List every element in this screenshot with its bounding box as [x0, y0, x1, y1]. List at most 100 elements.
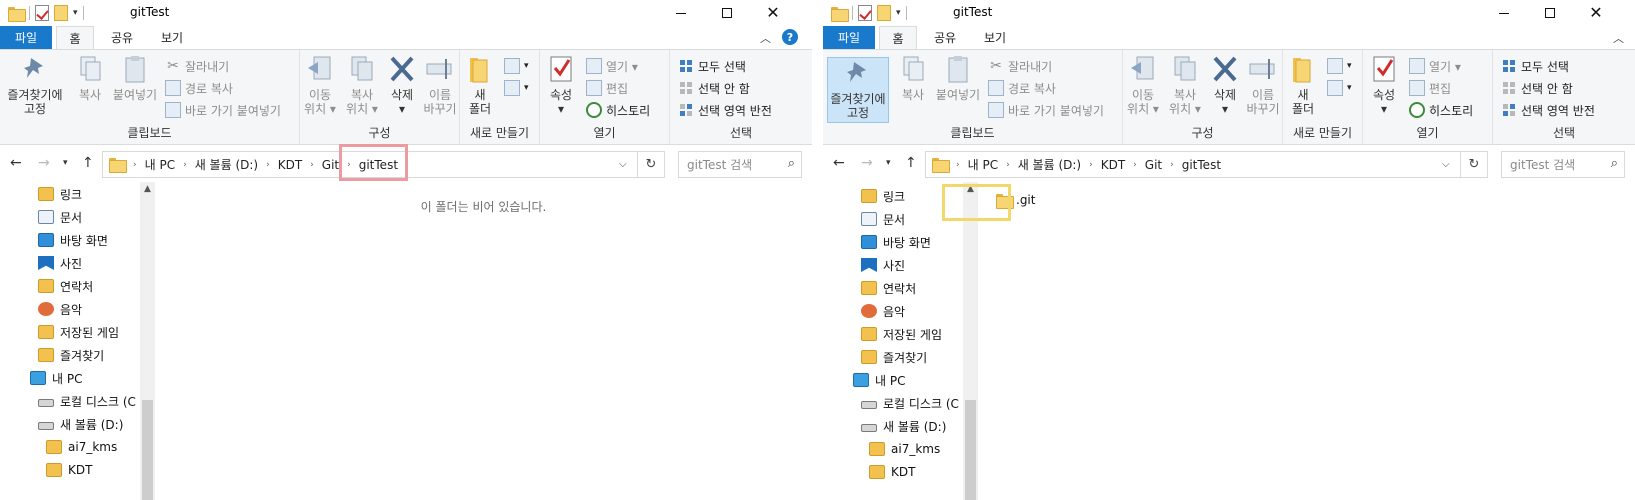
chevron-right-icon[interactable]: ›: [133, 160, 137, 170]
tab-file[interactable]: 파일: [823, 26, 875, 49]
nav-item-local-disk-c[interactable]: 로컬 디스크 (C: [861, 392, 959, 414]
tab-share[interactable]: 공유: [100, 26, 144, 49]
breadcrumb-drive-d[interactable]: 새 볼륨 (D:): [1018, 156, 1081, 173]
file-list-area[interactable]: 이 폴더는 비어 있습니다.: [155, 182, 812, 500]
nav-item-music[interactable]: 음악: [38, 298, 82, 320]
open-button[interactable]: 열기 ▾: [586, 56, 638, 76]
copy-button[interactable]: 복사: [72, 54, 108, 102]
new-folder-icon[interactable]: [54, 5, 68, 21]
nav-item-desktop[interactable]: 바탕 화면: [38, 229, 108, 251]
select-none-button[interactable]: 선택 안 함: [678, 78, 750, 98]
cut-button[interactable]: ✂ 잘라내기: [165, 56, 229, 76]
properties-button[interactable]: 속성 ▾: [544, 54, 578, 116]
paste-shortcut-button[interactable]: 바로 가기 붙여넣기: [165, 100, 281, 120]
nav-item-volume-d[interactable]: 새 볼륨 (D:): [861, 415, 946, 437]
new-folder-button[interactable]: 새 폴더: [464, 54, 496, 116]
nav-item-links[interactable]: 링크: [38, 183, 82, 205]
breadcrumb-drive-d[interactable]: 새 볼륨 (D:): [195, 156, 258, 173]
ribbon-collapse-icon[interactable]: ︿: [1613, 30, 1624, 46]
pin-quick-access-button[interactable]: 즐겨찾기에 고정: [827, 57, 889, 123]
copy-path-button[interactable]: 경로 복사: [988, 78, 1056, 98]
properties-button[interactable]: 속성 ▾: [1367, 54, 1401, 116]
easy-access-button[interactable]: ▾: [504, 78, 529, 98]
history-button[interactable]: 히스토리: [1409, 100, 1473, 120]
close-button[interactable]: ✕: [750, 0, 796, 26]
tab-file[interactable]: 파일: [0, 26, 52, 49]
nav-item-ai7-kms[interactable]: ai7_kms: [869, 438, 940, 460]
nav-item-desktop[interactable]: 바탕 화면: [861, 231, 931, 253]
address-dropdown-icon[interactable]: ⌵: [1442, 159, 1450, 170]
breadcrumb-kdt[interactable]: KDT: [278, 158, 302, 172]
nav-item-kdt[interactable]: KDT: [869, 461, 915, 483]
properties-icon[interactable]: [35, 5, 49, 21]
nav-item-this-pc[interactable]: 내 PC: [30, 367, 82, 389]
nav-item-local-disk-c[interactable]: 로컬 디스크 (C: [38, 390, 136, 412]
up-arrow-icon[interactable]: ↑: [905, 155, 917, 171]
search-input[interactable]: gitTest 검색 ⌕: [1501, 151, 1625, 178]
invert-selection-button[interactable]: 선택 영역 반전: [1501, 100, 1595, 120]
cut-button[interactable]: ✂ 잘라내기: [988, 56, 1052, 76]
select-none-button[interactable]: 선택 안 함: [1501, 78, 1573, 98]
move-to-button[interactable]: 이동 위치 ▾: [1125, 54, 1161, 116]
maximize-button[interactable]: [704, 0, 750, 26]
delete-button[interactable]: 삭제 ▾: [386, 54, 418, 116]
breadcrumb-this-pc[interactable]: 내 PC: [145, 156, 175, 173]
edit-button[interactable]: 편집: [1409, 78, 1451, 98]
recent-locations-chevron-icon[interactable]: ▾: [886, 158, 891, 168]
breadcrumb-this-pc[interactable]: 내 PC: [968, 156, 998, 173]
nav-item-documents[interactable]: 문서: [38, 206, 82, 228]
refresh-button[interactable]: ↻: [1461, 151, 1488, 178]
new-folder-icon[interactable]: [877, 5, 891, 21]
chevron-right-icon[interactable]: ›: [1133, 160, 1137, 170]
close-button[interactable]: ✕: [1573, 0, 1619, 26]
search-input[interactable]: gitTest 검색 ⌕: [678, 151, 802, 178]
recent-locations-chevron-icon[interactable]: ▾: [63, 158, 68, 168]
nav-item-volume-d[interactable]: 새 볼륨 (D:): [38, 413, 123, 435]
chevron-right-icon[interactable]: ›: [1170, 160, 1174, 170]
nav-item-favorites[interactable]: 즐겨찾기: [861, 346, 927, 368]
chevron-right-icon[interactable]: ›: [266, 160, 270, 170]
chevron-right-icon[interactable]: ›: [183, 160, 187, 170]
nav-item-saved-games[interactable]: 저장된 게임: [38, 321, 119, 343]
new-folder-button[interactable]: 새 폴더: [1287, 54, 1319, 116]
minimize-button[interactable]: [1481, 0, 1527, 26]
copy-path-button[interactable]: 경로 복사: [165, 78, 233, 98]
new-item-button[interactable]: ▾: [1327, 56, 1352, 76]
select-all-button[interactable]: 모두 선택: [1501, 56, 1569, 76]
nav-scrollbar-thumb[interactable]: [142, 400, 153, 500]
edit-button[interactable]: 편집: [586, 78, 628, 98]
nav-item-links[interactable]: 링크: [861, 185, 905, 207]
minimize-button[interactable]: [658, 0, 704, 26]
nav-item-contacts[interactable]: 연락처: [861, 277, 916, 299]
properties-icon[interactable]: [858, 5, 872, 21]
up-arrow-icon[interactable]: ↑: [82, 155, 94, 171]
rename-button[interactable]: 이름 바꾸기: [1243, 54, 1283, 116]
breadcrumb-git[interactable]: Git: [322, 158, 339, 172]
customize-dropdown-icon[interactable]: ▾: [73, 8, 78, 18]
history-button[interactable]: 히스토리: [586, 100, 650, 120]
nav-item-this-pc[interactable]: 내 PC: [853, 369, 905, 391]
open-button[interactable]: 열기 ▾: [1409, 56, 1461, 76]
nav-item-kdt[interactable]: KDT: [46, 459, 92, 481]
help-icon[interactable]: ?: [782, 29, 798, 45]
paste-button[interactable]: 붙여넣기: [112, 54, 158, 102]
nav-item-pictures[interactable]: 사진: [38, 252, 82, 274]
tab-home[interactable]: 홈: [56, 26, 94, 49]
copy-button[interactable]: 복사: [895, 54, 931, 102]
nav-item-favorites[interactable]: 즐겨찾기: [38, 344, 104, 366]
back-arrow-icon[interactable]: ←: [833, 155, 845, 171]
nav-item-pictures[interactable]: 사진: [861, 254, 905, 276]
nav-item-ai7-kms[interactable]: ai7_kms: [46, 436, 117, 458]
breadcrumb-git[interactable]: Git: [1145, 158, 1162, 172]
delete-button[interactable]: 삭제 ▾: [1209, 54, 1241, 116]
tab-home[interactable]: 홈: [879, 26, 917, 49]
copy-to-button[interactable]: 복사 위치 ▾: [1165, 54, 1205, 116]
breadcrumb-kdt[interactable]: KDT: [1101, 158, 1125, 172]
move-to-button[interactable]: 이동 위치 ▾: [302, 54, 338, 116]
invert-selection-button[interactable]: 선택 영역 반전: [678, 100, 772, 120]
nav-item-contacts[interactable]: 연락처: [38, 275, 93, 297]
paste-shortcut-button[interactable]: 바로 가기 붙여넣기: [988, 100, 1104, 120]
forward-arrow-icon[interactable]: →: [38, 155, 50, 171]
chevron-right-icon[interactable]: ›: [310, 160, 314, 170]
pin-quick-access-button[interactable]: 즐겨찾기에 고정: [4, 54, 66, 116]
